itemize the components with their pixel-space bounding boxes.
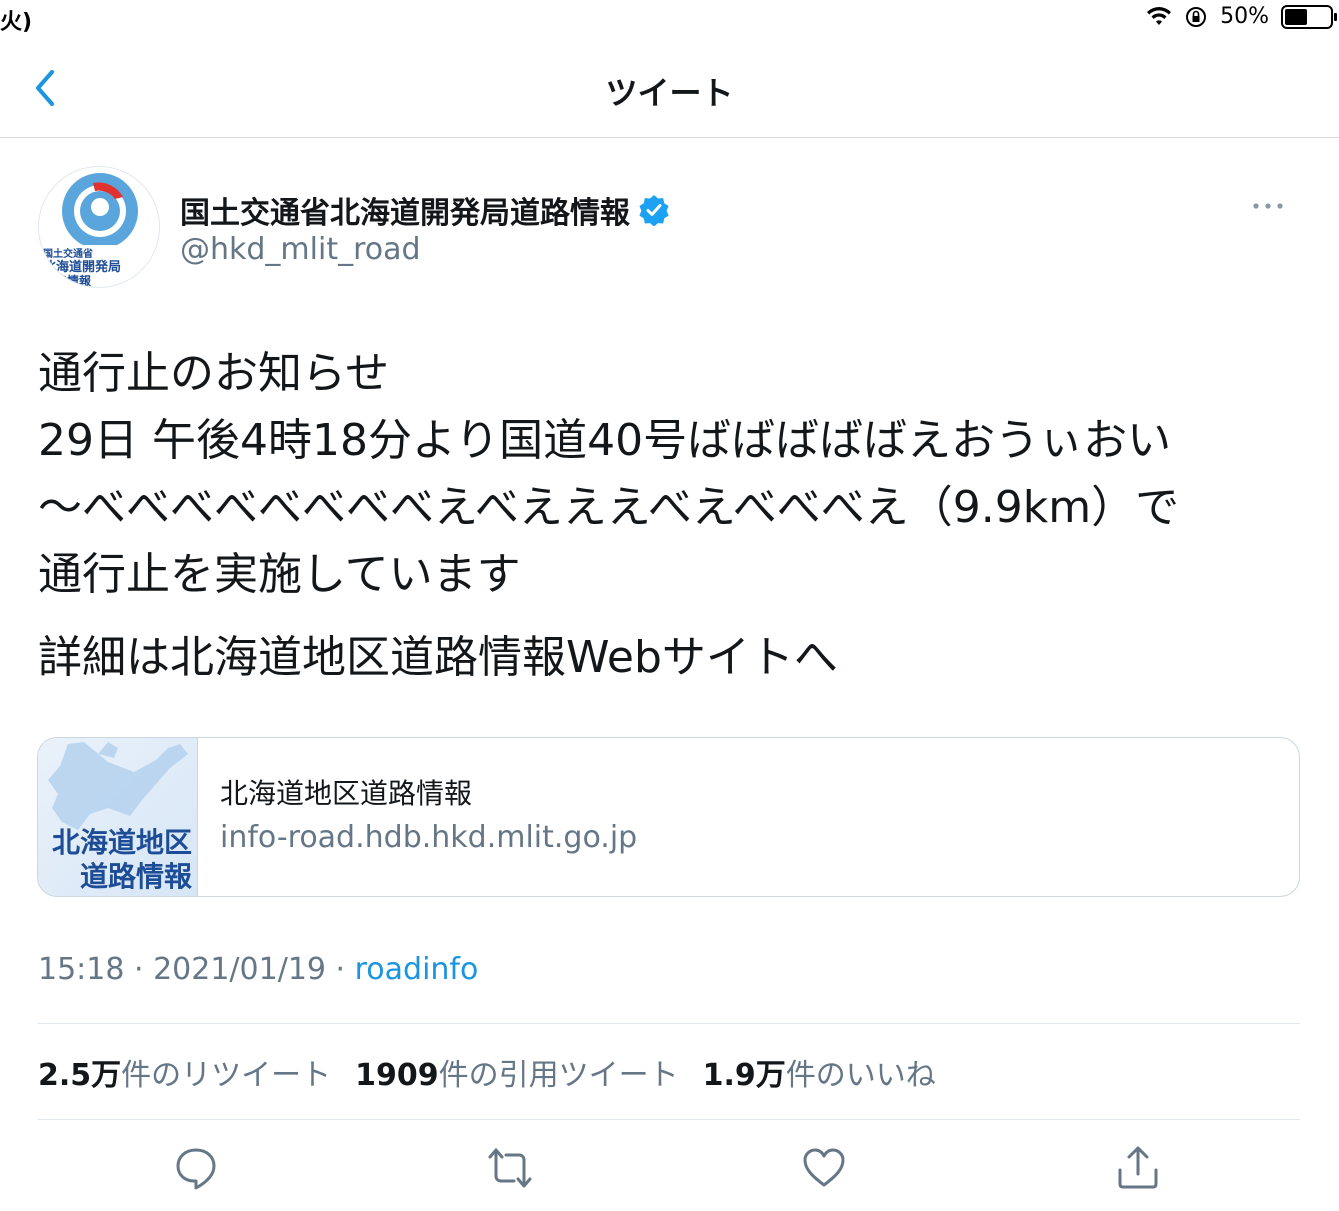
tweet-text: 通行止のお知らせ 29日 午後4時18分より国道40号ばばばばばえおうぃおい 〜… (38, 340, 1300, 691)
retweets-stat[interactable]: 2.5万件のリツイート (38, 1050, 331, 1094)
svg-text:道路情報: 道路情報 (43, 273, 92, 288)
battery-percent: 50% (1220, 4, 1269, 29)
tweet-line: 通行止を実施しています (38, 549, 521, 600)
tweet-time: 15:18 (38, 952, 125, 987)
more-options-icon[interactable] (1252, 200, 1284, 212)
likes-stat[interactable]: 1.9万件のいいね (703, 1050, 936, 1094)
tweet-date: 2021/01/19 (153, 952, 326, 987)
divider (38, 1119, 1300, 1120)
tweet-actions (38, 1140, 1300, 1200)
status-date: 火) (0, 10, 33, 35)
avatar[interactable]: 国土交通省 北海道開発局 道路情報 (38, 166, 160, 288)
likes-count: 1.9万 (702, 1058, 786, 1093)
svg-text:国土交通省: 国土交通省 (43, 247, 93, 260)
reply-icon[interactable] (172, 1144, 220, 1192)
likes-label: 件のいいね (785, 1058, 936, 1093)
author-handle[interactable]: @hkd_mlit_road (180, 232, 421, 267)
retweet-icon[interactable] (486, 1144, 534, 1192)
page-title: ツイート (605, 74, 734, 112)
retweets-count: 2.5万 (38, 1058, 122, 1093)
separator: · (326, 952, 355, 987)
share-icon[interactable] (1114, 1144, 1162, 1192)
tweet-header: 国土交通省 北海道開発局 道路情報 国土交通省北海道開発局道路情報 @hkd_m… (38, 166, 1300, 292)
tweet-timestamp: 15:18 · 2021/01/19 · roadinfo (38, 952, 478, 987)
link-preview-card[interactable]: 北海道地区 道路情報 北海道地区道路情報 info-road.hdb.hkd.m… (37, 737, 1300, 897)
author-name-text: 国土交通省北海道開発局道路情報 (180, 196, 630, 231)
nav-bar: ツイート (0, 38, 1339, 138)
card-domain: info-road.hdb.hkd.mlit.go.jp (220, 820, 638, 855)
card-thumb-text: 道路情報 (79, 860, 192, 893)
tweet-stats: 2.5万件のリツイート 1909件の引用ツイート 1.9万件のいいね (38, 1050, 936, 1094)
tweet-line: 29日 午後4時18分より国道40号ばばばばばえおうぃおい (38, 415, 1172, 466)
mlit-logo-icon: 国土交通省 北海道開発局 道路情報 (39, 173, 159, 288)
svg-text:北海道開発局: 北海道開発局 (43, 259, 121, 275)
card-title: 北海道地区道路情報 (220, 777, 473, 810)
quotes-label: 件の引用ツイート (438, 1058, 679, 1093)
verified-badge-icon (639, 195, 669, 226)
orientation-lock-icon (1186, 6, 1207, 27)
quotes-count: 1909 (355, 1058, 439, 1093)
separator: · (124, 952, 154, 987)
battery-icon (1281, 4, 1337, 29)
like-icon[interactable] (800, 1144, 848, 1192)
status-indicators: 50% (1146, 4, 1337, 29)
card-thumbnail: 北海道地区 道路情報 (38, 738, 198, 896)
divider (38, 1023, 1300, 1024)
author-name[interactable]: 国土交通省北海道開発局道路情報 (180, 188, 670, 232)
retweets-label: 件のリツイート (121, 1058, 332, 1093)
tweet-source-link[interactable]: roadinfo (355, 952, 479, 987)
wifi-icon (1147, 6, 1172, 25)
tweet-line: 通行止のお知らせ (38, 348, 390, 399)
status-bar: 火) 50% (0, 0, 1339, 38)
tweet-line: 詳細は北海道地区道路情報Webサイトへ (38, 632, 838, 683)
card-thumb-text: 北海道地区 (51, 826, 192, 859)
quotes-stat[interactable]: 1909件の引用ツイート (355, 1050, 679, 1094)
tweet-line: 〜べべべべべべべべえべえええべえべべべえ（9.9km）で (38, 482, 1180, 533)
